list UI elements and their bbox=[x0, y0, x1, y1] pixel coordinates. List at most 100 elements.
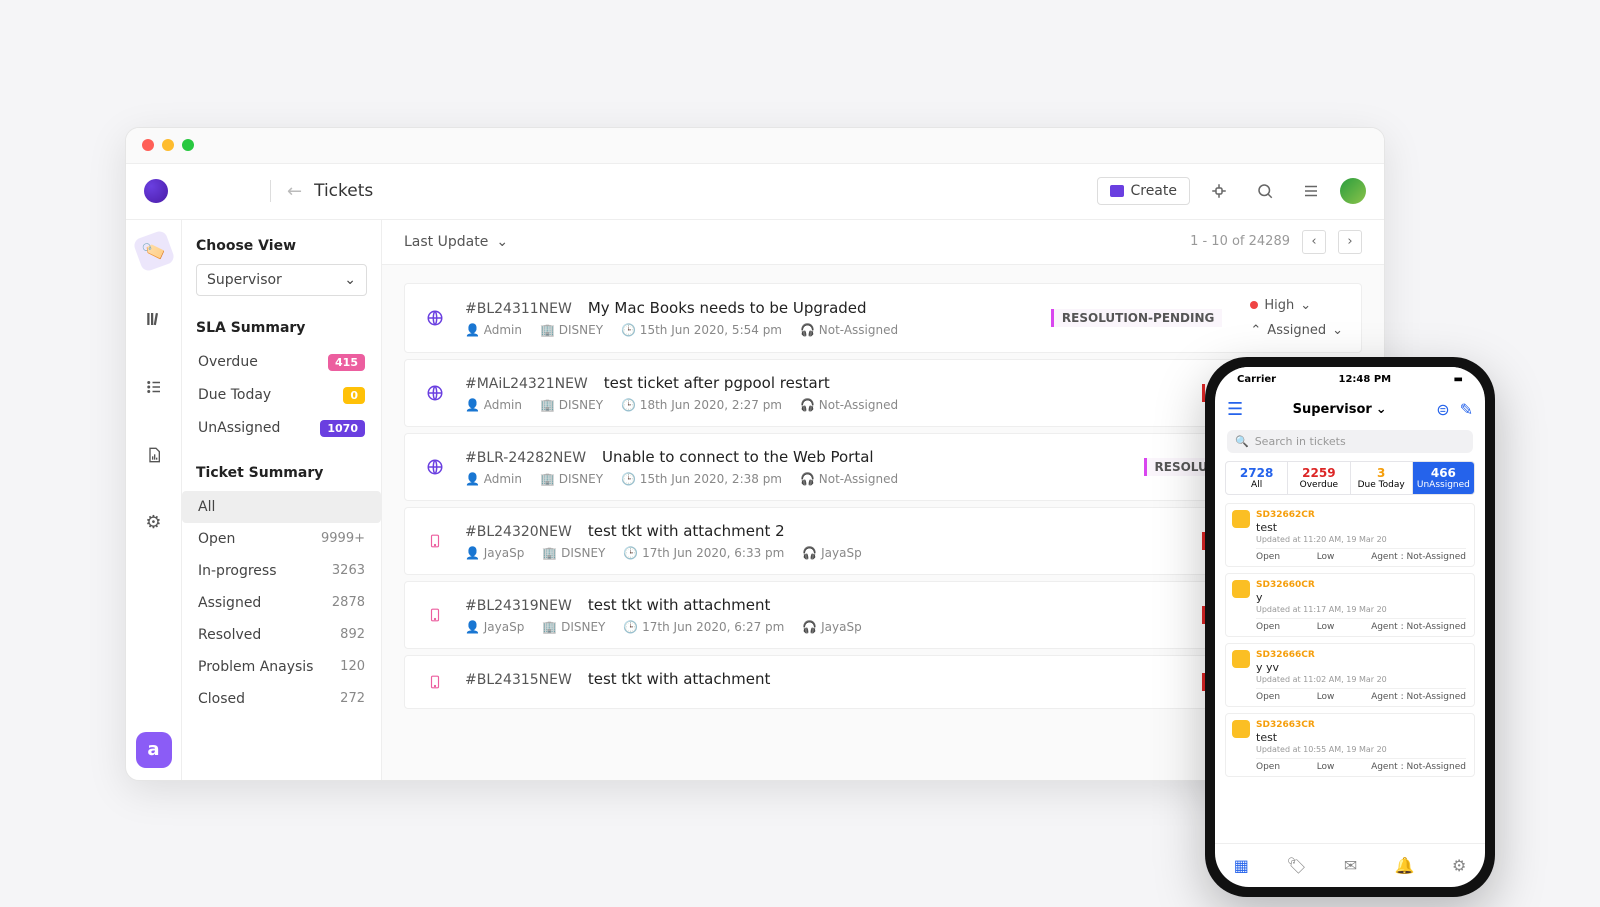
window-chrome bbox=[126, 128, 1384, 164]
view-select[interactable]: Supervisor ⌄ bbox=[196, 264, 367, 296]
state-select[interactable]: ⌃Assigned⌄ bbox=[1250, 323, 1343, 338]
assignee-label: 🎧 Not-Assigned bbox=[800, 323, 898, 337]
phone-nav-mail-icon[interactable]: ✉ bbox=[1344, 856, 1357, 875]
user-avatar[interactable] bbox=[1340, 178, 1366, 204]
topbar: ← Tickets Create bbox=[126, 164, 1384, 220]
phone-tab[interactable]: 2259Overdue bbox=[1288, 462, 1350, 494]
next-page-button[interactable]: › bbox=[1338, 230, 1362, 254]
sla-count-badge: 415 bbox=[328, 354, 365, 371]
tab-label: Overdue bbox=[1300, 480, 1338, 490]
summary-label: In-progress bbox=[198, 563, 277, 579]
phone-filter-icon[interactable]: ⊜ bbox=[1436, 400, 1449, 419]
divider bbox=[270, 180, 271, 202]
rail-reports-icon[interactable] bbox=[137, 438, 171, 472]
phone-compose-icon[interactable]: ✎ bbox=[1460, 400, 1473, 419]
ticket-summary-row[interactable]: Open9999+ bbox=[196, 523, 367, 555]
rail-library-icon[interactable] bbox=[137, 302, 171, 336]
scan-icon[interactable] bbox=[1202, 174, 1236, 208]
ticket-summary-row[interactable]: Assigned 2878 bbox=[196, 587, 367, 619]
phone-menu-icon[interactable]: ☰ bbox=[1227, 399, 1243, 420]
rail-list-icon[interactable] bbox=[137, 370, 171, 404]
globe-icon bbox=[423, 306, 447, 330]
card-subject: test bbox=[1256, 731, 1466, 744]
phone-search-input[interactable]: 🔍 Search in tickets bbox=[1227, 430, 1473, 453]
ticket-id: #BL24319NEW bbox=[465, 598, 572, 614]
create-button[interactable]: Create bbox=[1097, 177, 1190, 205]
ticket-summary-row[interactable]: All bbox=[182, 491, 381, 523]
ticket-id: #BLR-24282NEW bbox=[465, 450, 586, 466]
assignee-label: 🎧 Not-Assigned bbox=[800, 398, 898, 412]
sla-status-badge: RESOLUTION-PENDING bbox=[1051, 309, 1222, 327]
card-agent: Agent : Not-Assigned bbox=[1371, 692, 1466, 702]
card-updated: Updated at 10:55 AM, 19 Mar 20 bbox=[1256, 745, 1466, 754]
sla-count-badge: 0 bbox=[343, 387, 365, 404]
minimize-dot[interactable] bbox=[162, 139, 174, 151]
globe-icon bbox=[423, 381, 447, 405]
globe-icon bbox=[423, 455, 447, 479]
phone-tab[interactable]: 2728All bbox=[1226, 462, 1288, 494]
ticket-row[interactable]: #BL24311NEWMy Mac Books needs to be Upgr… bbox=[404, 283, 1362, 353]
summary-count: 2878 bbox=[332, 595, 365, 610]
author-label: 👤 JayaSp bbox=[465, 546, 524, 560]
time-label: 🕒 17th Jun 2020, 6:33 pm bbox=[623, 546, 784, 560]
company-label: 🏢 DISNEY bbox=[540, 398, 603, 412]
phone-tab[interactable]: 3Due Today bbox=[1351, 462, 1413, 494]
chevron-down-icon: ⌄ bbox=[344, 272, 356, 288]
card-priority: Low bbox=[1317, 552, 1335, 562]
phone-ticket-card[interactable]: SD32662CR test Updated at 11:20 AM, 19 M… bbox=[1225, 503, 1475, 567]
back-icon[interactable]: ← bbox=[287, 181, 302, 202]
rail-settings-icon[interactable]: ⚙ bbox=[137, 506, 171, 540]
phone-nav-home-icon[interactable]: ▦ bbox=[1234, 856, 1249, 875]
phone-tab[interactable]: 466UnAssigned bbox=[1413, 462, 1474, 494]
tab-count: 2259 bbox=[1290, 466, 1347, 480]
card-agent: Agent : Not-Assigned bbox=[1371, 552, 1466, 562]
company-label: 🏢 DISNEY bbox=[542, 546, 605, 560]
phone-time: 12:48 PM bbox=[1339, 374, 1392, 385]
summary-label: Closed bbox=[198, 691, 245, 707]
ticket-summary-row[interactable]: Problem Anaysis120 bbox=[196, 651, 367, 683]
card-avatar bbox=[1232, 580, 1250, 598]
author-label: 👤 Admin bbox=[465, 323, 522, 337]
assignee-label: 🎧 JayaSp bbox=[802, 546, 861, 560]
phone-ticket-card[interactable]: SD32666CR y yv Updated at 11:02 AM, 19 M… bbox=[1225, 643, 1475, 707]
sla-row[interactable]: Due Today 0 bbox=[196, 379, 367, 412]
mobile-preview: Carrier 12:48 PM ▬ ☰ Supervisor ⌄ ⊜ ✎ 🔍 … bbox=[1205, 357, 1495, 897]
menu-icon[interactable] bbox=[1294, 174, 1328, 208]
phone-title-select[interactable]: Supervisor ⌄ bbox=[1293, 402, 1387, 417]
sla-row[interactable]: Overdue415 bbox=[196, 346, 367, 379]
summary-label: Problem Anaysis bbox=[198, 659, 313, 675]
priority-select[interactable]: High⌄ bbox=[1250, 298, 1311, 313]
card-updated: Updated at 11:20 AM, 19 Mar 20 bbox=[1256, 535, 1466, 544]
card-id: SD32662CR bbox=[1256, 510, 1466, 520]
search-icon[interactable] bbox=[1248, 174, 1282, 208]
phone-nav-settings-icon[interactable]: ⚙ bbox=[1452, 856, 1466, 875]
ticket-summary-row[interactable]: Resolved892 bbox=[196, 619, 367, 651]
close-dot[interactable] bbox=[142, 139, 154, 151]
rail-app-icon[interactable]: a bbox=[136, 732, 172, 768]
mobile-icon bbox=[423, 670, 447, 694]
sla-label: Due Today bbox=[198, 387, 271, 403]
app-logo[interactable] bbox=[144, 179, 168, 203]
phone-nav-ticket-icon[interactable]: 🏷 bbox=[1286, 856, 1306, 875]
assignee-label: 🎧 Not-Assigned bbox=[800, 472, 898, 486]
card-status: Open bbox=[1256, 622, 1280, 632]
phone-ticket-card[interactable]: SD32663CR test Updated at 10:55 AM, 19 M… bbox=[1225, 713, 1475, 777]
phone-ticket-card[interactable]: SD32660CR y Updated at 11:17 AM, 19 Mar … bbox=[1225, 573, 1475, 637]
rail-tickets-icon[interactable]: 🏷️ bbox=[132, 229, 176, 273]
summary-count: 892 bbox=[340, 627, 365, 642]
search-placeholder: Search in tickets bbox=[1255, 435, 1346, 448]
sla-row[interactable]: UnAssigned1070 bbox=[196, 412, 367, 445]
ticket-summary-row[interactable]: Closed272 bbox=[196, 683, 367, 715]
sla-summary-label: SLA Summary bbox=[196, 320, 367, 336]
card-subject: test bbox=[1256, 521, 1466, 534]
maximize-dot[interactable] bbox=[182, 139, 194, 151]
card-agent: Agent : Not-Assigned bbox=[1371, 622, 1466, 632]
time-label: 🕒 15th Jun 2020, 5:54 pm bbox=[621, 323, 782, 337]
ticket-meta: 👤 Admin 🏢 DISNEY 🕒 15th Jun 2020, 2:38 p… bbox=[465, 472, 1065, 486]
prev-page-button[interactable]: ‹ bbox=[1302, 230, 1326, 254]
ticket-meta: 👤 JayaSp 🏢 DISNEY 🕒 17th Jun 2020, 6:33 … bbox=[465, 546, 1065, 560]
ticket-summary-row[interactable]: In-progress3263 bbox=[196, 555, 367, 587]
sort-select[interactable]: Last Update ⌄ bbox=[404, 234, 508, 250]
phone-nav-bell-icon[interactable]: 🔔 bbox=[1395, 856, 1415, 875]
summary-label: Assigned bbox=[198, 595, 261, 611]
